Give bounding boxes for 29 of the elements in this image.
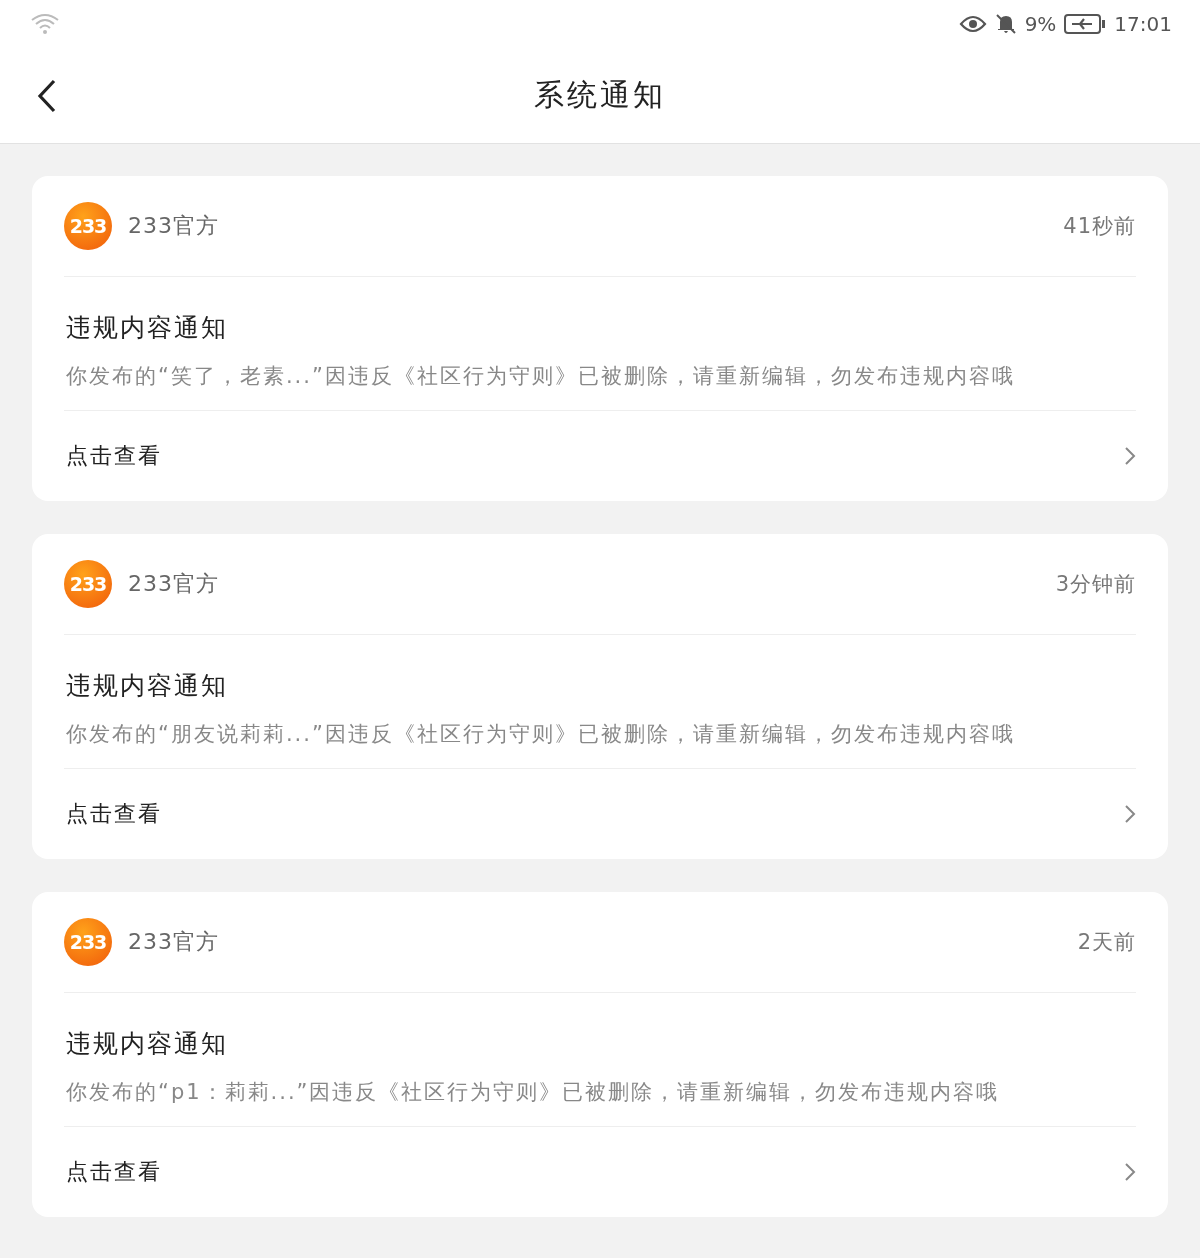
chevron-right-icon bbox=[1124, 446, 1136, 466]
notification-time: 2天前 bbox=[1077, 929, 1136, 956]
view-details-link[interactable]: 点击查看 bbox=[64, 769, 1136, 859]
battery-percent: 9% bbox=[1024, 12, 1057, 36]
muted-bell-icon bbox=[994, 13, 1017, 35]
wifi-icon bbox=[30, 12, 60, 36]
view-details-link[interactable]: 点击查看 bbox=[64, 411, 1136, 501]
sender-name: 233官方 bbox=[128, 928, 219, 956]
sender-name: 233官方 bbox=[128, 212, 219, 240]
notification-time: 3分钟前 bbox=[1055, 571, 1136, 598]
notification-title: 违规内容通知 bbox=[65, 1028, 229, 1060]
notification-body: 你发布的“笑了，老素...”因违反《社区行为守则》已被删除，请重新编辑，勿发布违规内容哦 bbox=[65, 363, 1016, 390]
charging-battery-icon bbox=[1064, 13, 1107, 35]
back-icon[interactable] bbox=[36, 79, 58, 113]
view-details-link[interactable]: 点击查看 bbox=[64, 1127, 1136, 1217]
notification-body: 你发布的“p1：莉莉...”因违反《社区行为守则》已被删除，请重新编辑，勿发布违规内容哦 bbox=[65, 1079, 1001, 1106]
sender-logo: 233 bbox=[64, 202, 112, 250]
notification-body: 你发布的“朋友说莉莉...”因违反《社区行为守则》已被删除，请重新编辑，勿发布违规内容哦 bbox=[65, 721, 1016, 748]
chevron-right-icon bbox=[1124, 1162, 1136, 1182]
sender-name: 233官方 bbox=[128, 570, 219, 598]
sender-logo: 233 bbox=[64, 918, 112, 966]
clock-time: 17:01 bbox=[1114, 12, 1172, 36]
sender-logo: 233 bbox=[64, 560, 112, 608]
notification-time: 41秒前 bbox=[1063, 213, 1136, 240]
eye-icon bbox=[958, 14, 987, 34]
chevron-right-icon bbox=[1124, 804, 1136, 824]
page-title: 系统通知 bbox=[534, 76, 666, 114]
notification-title: 违规内容通知 bbox=[65, 670, 229, 702]
notification-title: 违规内容通知 bbox=[65, 312, 229, 344]
